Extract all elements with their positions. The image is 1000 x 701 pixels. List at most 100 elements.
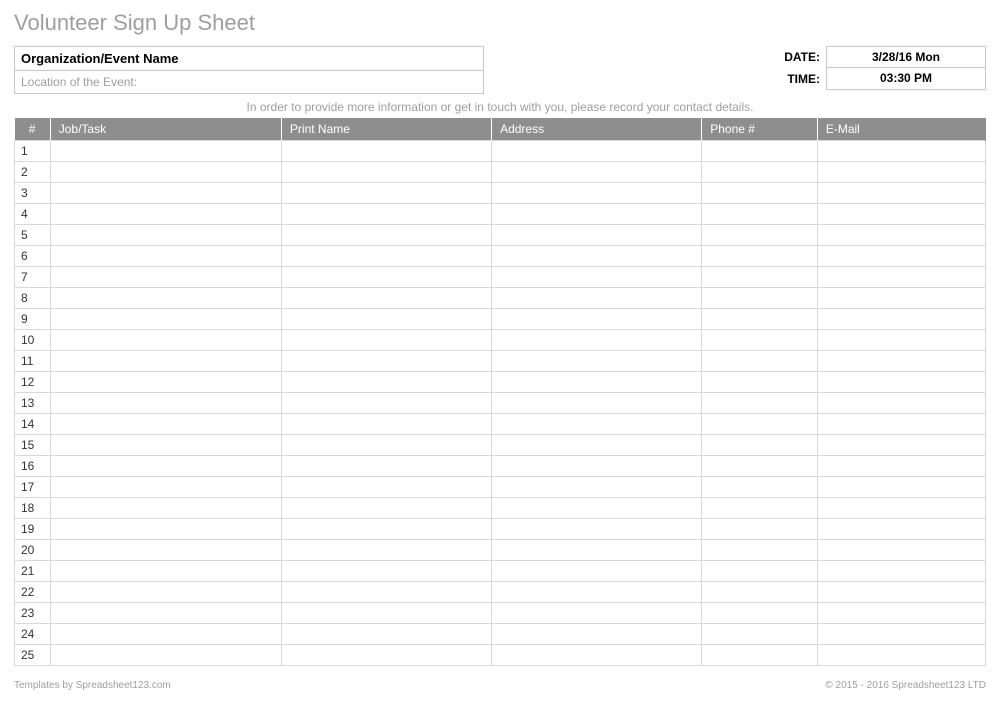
cell-job[interactable] xyxy=(50,309,281,330)
cell-email[interactable] xyxy=(817,288,985,309)
cell-address[interactable] xyxy=(492,624,702,645)
cell-email[interactable] xyxy=(817,267,985,288)
cell-address[interactable] xyxy=(492,393,702,414)
cell-phone[interactable] xyxy=(702,582,818,603)
cell-job[interactable] xyxy=(50,288,281,309)
cell-email[interactable] xyxy=(817,225,985,246)
cell-job[interactable] xyxy=(50,330,281,351)
cell-job[interactable] xyxy=(50,582,281,603)
cell-email[interactable] xyxy=(817,372,985,393)
location-field[interactable]: Location of the Event: xyxy=(14,71,484,94)
cell-email[interactable] xyxy=(817,498,985,519)
cell-phone[interactable] xyxy=(702,267,818,288)
cell-email[interactable] xyxy=(817,456,985,477)
cell-name[interactable] xyxy=(281,414,491,435)
cell-phone[interactable] xyxy=(702,498,818,519)
cell-address[interactable] xyxy=(492,456,702,477)
cell-phone[interactable] xyxy=(702,603,818,624)
cell-name[interactable] xyxy=(281,645,491,666)
cell-name[interactable] xyxy=(281,561,491,582)
cell-email[interactable] xyxy=(817,519,985,540)
cell-address[interactable] xyxy=(492,309,702,330)
cell-phone[interactable] xyxy=(702,519,818,540)
cell-phone[interactable] xyxy=(702,141,818,162)
cell-phone[interactable] xyxy=(702,435,818,456)
cell-phone[interactable] xyxy=(702,288,818,309)
cell-phone[interactable] xyxy=(702,645,818,666)
cell-job[interactable] xyxy=(50,435,281,456)
cell-job[interactable] xyxy=(50,267,281,288)
cell-name[interactable] xyxy=(281,582,491,603)
cell-address[interactable] xyxy=(492,582,702,603)
cell-email[interactable] xyxy=(817,351,985,372)
cell-address[interactable] xyxy=(492,183,702,204)
cell-phone[interactable] xyxy=(702,183,818,204)
cell-address[interactable] xyxy=(492,498,702,519)
cell-name[interactable] xyxy=(281,435,491,456)
cell-address[interactable] xyxy=(492,645,702,666)
cell-address[interactable] xyxy=(492,225,702,246)
cell-phone[interactable] xyxy=(702,477,818,498)
cell-email[interactable] xyxy=(817,561,985,582)
cell-address[interactable] xyxy=(492,540,702,561)
cell-phone[interactable] xyxy=(702,540,818,561)
cell-email[interactable] xyxy=(817,624,985,645)
cell-phone[interactable] xyxy=(702,372,818,393)
cell-phone[interactable] xyxy=(702,456,818,477)
cell-email[interactable] xyxy=(817,309,985,330)
cell-phone[interactable] xyxy=(702,414,818,435)
cell-phone[interactable] xyxy=(702,561,818,582)
cell-name[interactable] xyxy=(281,204,491,225)
cell-job[interactable] xyxy=(50,456,281,477)
cell-name[interactable] xyxy=(281,267,491,288)
cell-name[interactable] xyxy=(281,351,491,372)
cell-email[interactable] xyxy=(817,204,985,225)
cell-address[interactable] xyxy=(492,246,702,267)
cell-address[interactable] xyxy=(492,519,702,540)
cell-address[interactable] xyxy=(492,141,702,162)
cell-job[interactable] xyxy=(50,225,281,246)
cell-address[interactable] xyxy=(492,351,702,372)
cell-name[interactable] xyxy=(281,225,491,246)
cell-name[interactable] xyxy=(281,456,491,477)
cell-phone[interactable] xyxy=(702,330,818,351)
cell-address[interactable] xyxy=(492,162,702,183)
cell-name[interactable] xyxy=(281,498,491,519)
cell-job[interactable] xyxy=(50,372,281,393)
cell-address[interactable] xyxy=(492,477,702,498)
cell-address[interactable] xyxy=(492,435,702,456)
cell-job[interactable] xyxy=(50,141,281,162)
cell-email[interactable] xyxy=(817,141,985,162)
cell-name[interactable] xyxy=(281,330,491,351)
cell-phone[interactable] xyxy=(702,393,818,414)
cell-email[interactable] xyxy=(817,603,985,624)
cell-name[interactable] xyxy=(281,309,491,330)
cell-name[interactable] xyxy=(281,372,491,393)
cell-name[interactable] xyxy=(281,162,491,183)
cell-email[interactable] xyxy=(817,393,985,414)
cell-address[interactable] xyxy=(492,603,702,624)
cell-email[interactable] xyxy=(817,183,985,204)
cell-job[interactable] xyxy=(50,204,281,225)
cell-email[interactable] xyxy=(817,414,985,435)
cell-address[interactable] xyxy=(492,267,702,288)
cell-job[interactable] xyxy=(50,519,281,540)
cell-name[interactable] xyxy=(281,477,491,498)
cell-job[interactable] xyxy=(50,624,281,645)
cell-job[interactable] xyxy=(50,498,281,519)
cell-job[interactable] xyxy=(50,645,281,666)
cell-job[interactable] xyxy=(50,162,281,183)
cell-phone[interactable] xyxy=(702,351,818,372)
cell-address[interactable] xyxy=(492,372,702,393)
cell-name[interactable] xyxy=(281,246,491,267)
cell-email[interactable] xyxy=(817,582,985,603)
cell-name[interactable] xyxy=(281,183,491,204)
cell-address[interactable] xyxy=(492,414,702,435)
cell-job[interactable] xyxy=(50,414,281,435)
cell-job[interactable] xyxy=(50,561,281,582)
cell-phone[interactable] xyxy=(702,309,818,330)
cell-name[interactable] xyxy=(281,519,491,540)
date-value[interactable]: 3/28/16 Mon xyxy=(826,46,986,68)
cell-phone[interactable] xyxy=(702,246,818,267)
cell-job[interactable] xyxy=(50,540,281,561)
